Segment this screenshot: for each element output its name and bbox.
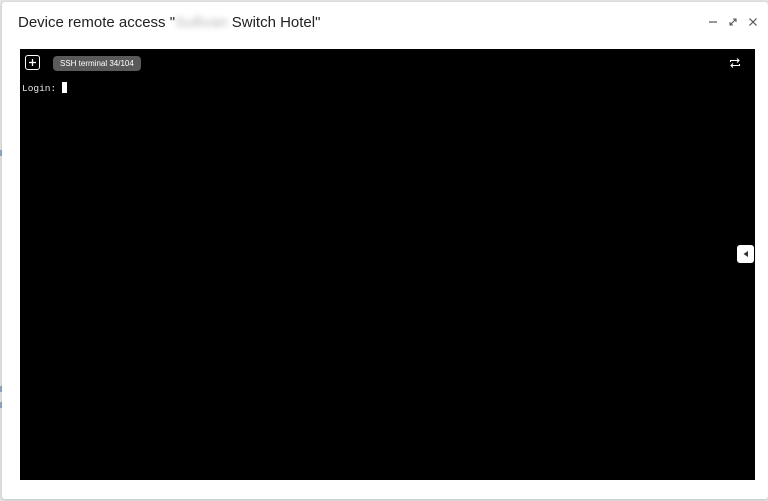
dialog-title: Device remote access "Sullivan Switch Ho… [18,14,320,31]
terminal-cursor [61,82,67,93]
close-button[interactable] [744,13,762,31]
tab-ssh-terminal[interactable]: SSH terminal 34/104 [53,56,141,71]
dialog-header: Device remote access "Sullivan Switch Ho… [2,2,768,47]
remote-access-dialog: Device remote access "Sullivan Switch Ho… [2,2,768,499]
terminal-panel: SSH terminal 34/104 Login: [20,49,755,480]
minimize-button[interactable] [704,13,722,31]
login-prompt: Login: [22,83,62,94]
expand-button[interactable] [724,13,742,31]
window-controls [704,13,762,31]
terminal-line: Login: [22,82,747,95]
side-panel-toggle[interactable] [737,245,754,263]
terminal-toolbar: SSH terminal 34/104 [20,49,755,79]
reconnect-button[interactable] [728,56,742,70]
title-prefix: Device remote access " [18,14,176,31]
redacted-device-name: Sullivan [175,14,228,31]
expand-icon [729,18,737,26]
plus-box-icon [29,59,36,66]
terminal-screen[interactable]: Login: [22,82,747,472]
close-icon [749,18,757,26]
triangle-left-icon [743,251,748,257]
title-suffix: Switch Hotel" [227,14,321,31]
minimize-icon [709,21,717,23]
swap-arrows-icon [729,58,741,68]
new-terminal-button[interactable] [25,55,40,70]
